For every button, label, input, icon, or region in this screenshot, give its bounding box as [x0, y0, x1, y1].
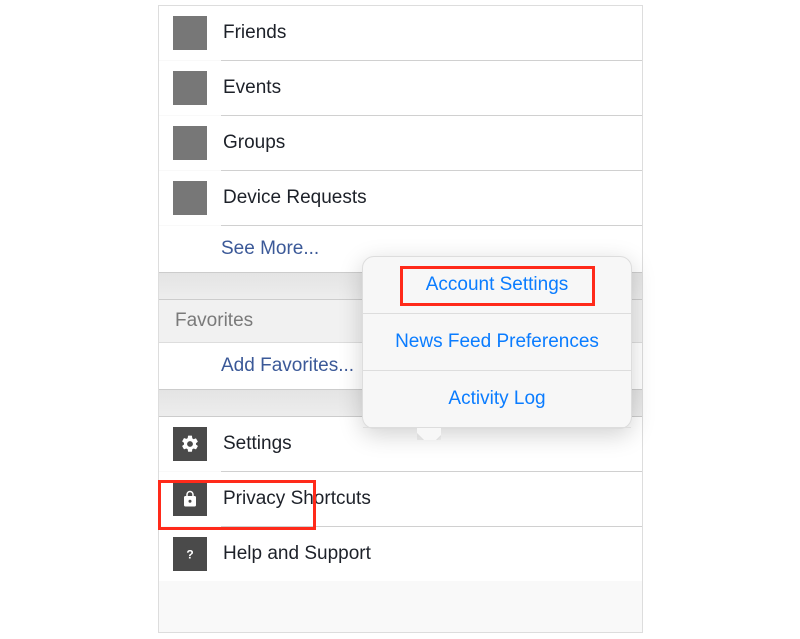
popover-account-settings[interactable]: Account Settings — [363, 257, 631, 314]
popover-activity-log[interactable]: Activity Log — [363, 371, 631, 428]
events-icon — [173, 71, 207, 105]
menu-item-device-requests[interactable]: Device Requests — [159, 171, 642, 225]
friends-icon — [173, 16, 207, 50]
groups-icon — [173, 126, 207, 160]
svg-text:?: ? — [186, 548, 193, 562]
menu-item-friends[interactable]: Friends — [159, 6, 642, 60]
menu-label: Device Requests — [223, 187, 367, 209]
menu-label: Friends — [223, 22, 286, 44]
lock-icon — [173, 482, 207, 516]
menu-label: Privacy Shortcuts — [223, 488, 371, 510]
popover-news-feed[interactable]: News Feed Preferences — [363, 314, 631, 371]
menu-label: Help and Support — [223, 543, 371, 565]
menu-label: Groups — [223, 132, 285, 154]
menu-label: Settings — [223, 433, 292, 455]
menu-item-privacy[interactable]: Privacy Shortcuts — [159, 472, 642, 526]
gear-icon — [173, 427, 207, 461]
menu-item-help[interactable]: ? Help and Support — [159, 527, 642, 581]
device-requests-icon — [173, 181, 207, 215]
popover-tail — [417, 428, 441, 440]
menu-item-groups[interactable]: Groups — [159, 116, 642, 170]
settings-popover: Account Settings News Feed Preferences A… — [362, 256, 632, 429]
help-icon: ? — [173, 537, 207, 571]
menu-item-events[interactable]: Events — [159, 61, 642, 115]
menu-label: Events — [223, 77, 281, 99]
